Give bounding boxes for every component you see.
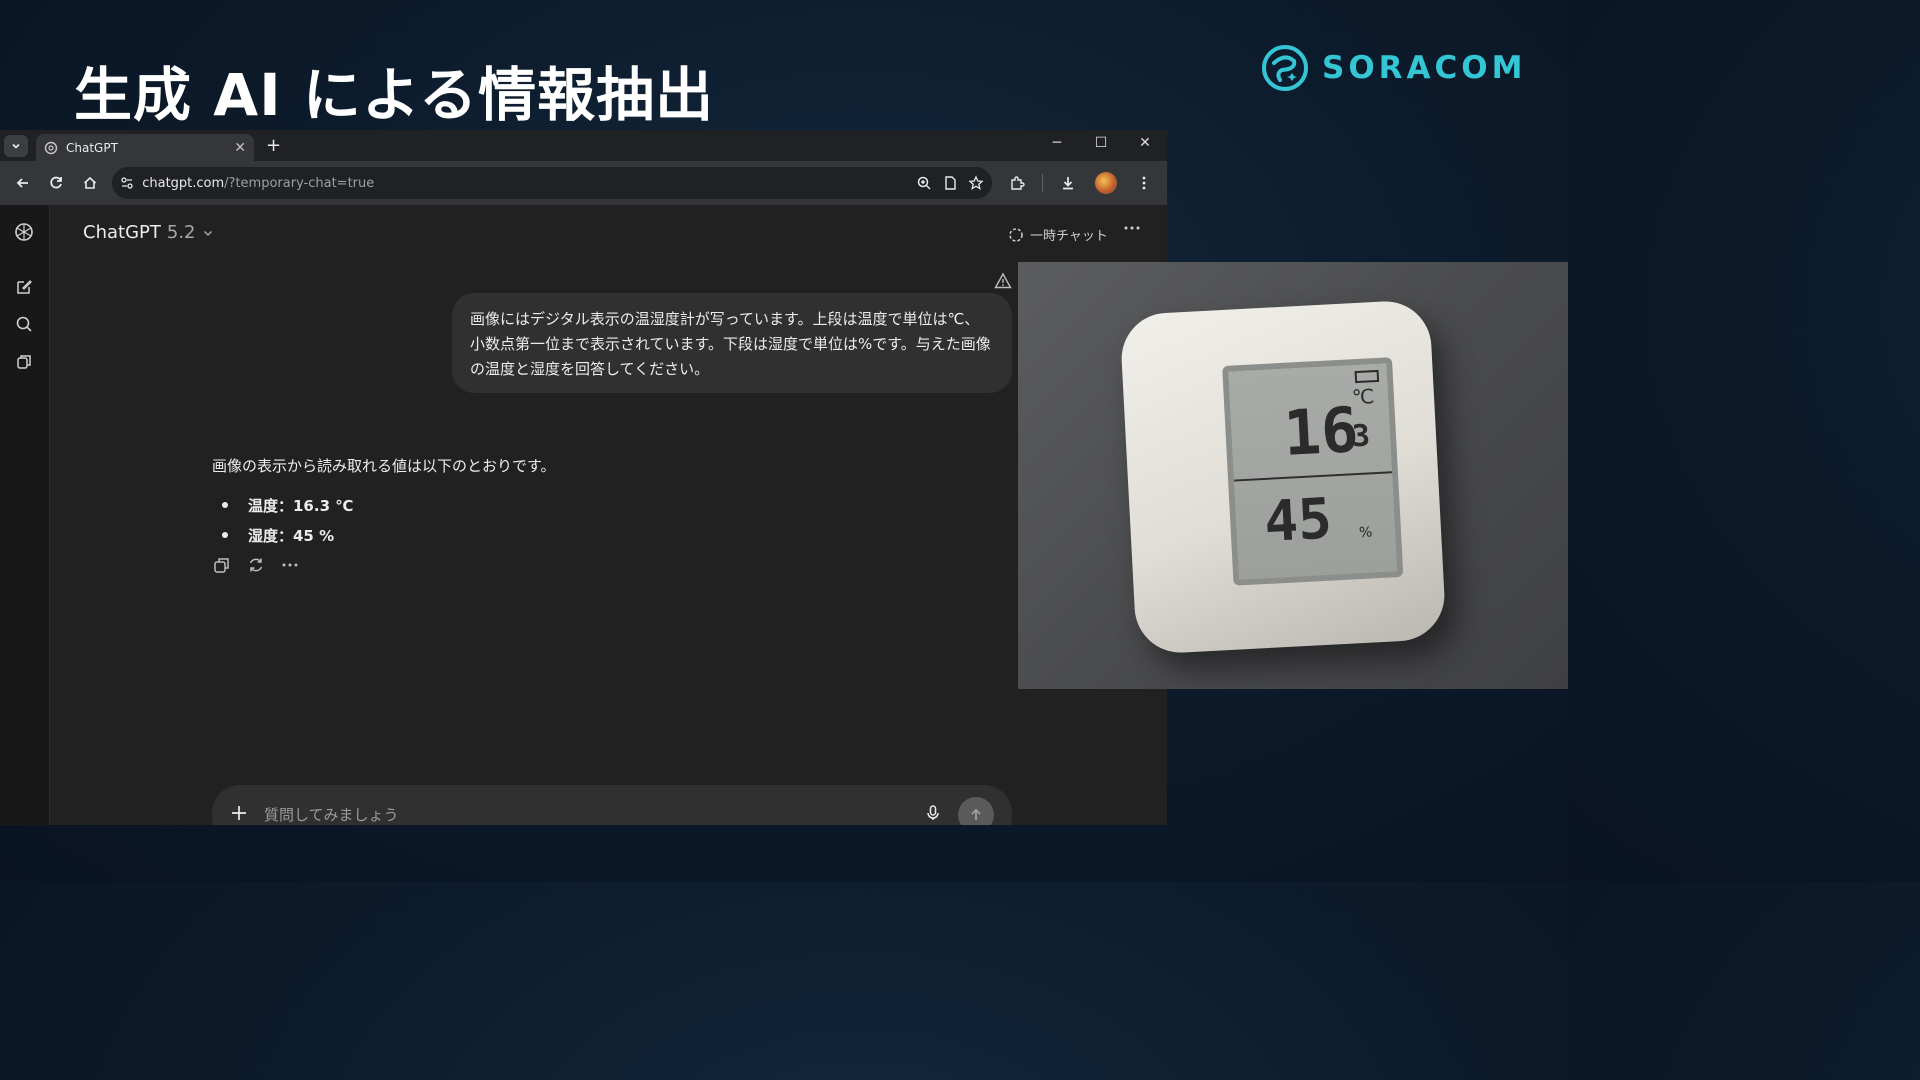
assistant-list: 温度：16.3 ℃ 湿度：45 % bbox=[212, 490, 912, 550]
message-actions bbox=[212, 555, 300, 575]
assistant-message: 画像の表示から読み取れる値は以下のとおりです。 温度：16.3 ℃ 湿度：45 … bbox=[212, 455, 912, 550]
list-item: 湿度：45 % bbox=[212, 520, 912, 550]
send-button[interactable] bbox=[958, 797, 994, 825]
reload-button[interactable] bbox=[39, 166, 72, 200]
dashed-circle-icon bbox=[1009, 227, 1023, 242]
model-version: 5.2 bbox=[166, 222, 196, 243]
battery-icon bbox=[1354, 369, 1380, 384]
user-message: 画像にはデジタル表示の温湿度計が写っています。上段は温度で単位は℃、小数点第一位… bbox=[452, 293, 1012, 393]
close-window-button[interactable]: ✕ bbox=[1123, 130, 1167, 155]
site-settings-icon[interactable] bbox=[120, 176, 134, 190]
browser-window: ChatGPT ✕ + ─ ☐ ✕ chatgpt.com/?temporary… bbox=[0, 130, 1167, 825]
tab-strip: ChatGPT ✕ + ─ ☐ ✕ bbox=[0, 130, 1167, 161]
arrow-up-icon bbox=[971, 808, 981, 820]
arrow-left-icon bbox=[16, 178, 28, 188]
chevron-down-icon bbox=[203, 230, 212, 236]
copy-icon bbox=[214, 558, 229, 573]
new-chat-button[interactable] bbox=[12, 275, 36, 299]
attach-button[interactable] bbox=[230, 804, 248, 825]
prompt-input[interactable] bbox=[264, 806, 908, 824]
openai-logo-icon bbox=[15, 223, 33, 241]
openai-icon bbox=[44, 141, 58, 154]
back-button[interactable] bbox=[6, 166, 39, 200]
soracom-logo-icon bbox=[1262, 45, 1308, 91]
url-host: chatgpt.com bbox=[142, 175, 225, 191]
model-selector[interactable]: ChatGPT 5.2 bbox=[83, 222, 214, 243]
soracom-logo: SORACOM bbox=[1260, 43, 1527, 93]
toolbar-separator bbox=[1041, 174, 1043, 192]
bullet bbox=[222, 502, 228, 508]
tab-title: ChatGPT bbox=[66, 140, 118, 155]
thermometer-photo: 16 ℃ 3 45 % bbox=[1018, 262, 1568, 689]
maximize-button[interactable]: ☐ bbox=[1079, 130, 1123, 155]
openai-logo-button[interactable] bbox=[12, 220, 36, 244]
avatar bbox=[1094, 172, 1117, 194]
assistant-intro: 画像の表示から読み取れる値は以下のとおりです。 bbox=[212, 457, 556, 475]
lcd-temperature: 16 bbox=[1281, 393, 1361, 470]
more-options-button[interactable] bbox=[1123, 219, 1141, 242]
model-name: ChatGPT bbox=[83, 222, 161, 243]
microphone-icon bbox=[927, 805, 939, 820]
lcd-temp-unit: ℃ bbox=[1351, 384, 1375, 410]
warning-button[interactable] bbox=[994, 272, 1012, 294]
lcd-screen: 16 ℃ 3 45 % bbox=[1222, 357, 1404, 586]
lcd-divider bbox=[1234, 471, 1392, 482]
search-chats-button[interactable] bbox=[12, 312, 36, 336]
logo-text: SORACOM bbox=[1322, 50, 1527, 86]
list-item: 温度：16.3 ℃ bbox=[212, 490, 912, 520]
chevron-down-icon bbox=[12, 143, 20, 149]
slide-title: 生成 AI による情報抽出 bbox=[74, 61, 715, 129]
downloads-button[interactable] bbox=[1051, 166, 1085, 200]
bullet bbox=[222, 532, 228, 538]
sidebar-rail bbox=[0, 205, 50, 825]
home-button[interactable] bbox=[73, 166, 106, 200]
zoom-icon[interactable] bbox=[916, 175, 932, 191]
vertical-dots-icon bbox=[1142, 176, 1146, 190]
download-icon bbox=[1062, 177, 1073, 190]
voice-input-button[interactable] bbox=[924, 804, 942, 825]
extensions-button[interactable] bbox=[1000, 166, 1034, 200]
more-horizontal-icon bbox=[282, 563, 298, 567]
lcd-humidity: 45 bbox=[1262, 486, 1334, 555]
profile-button[interactable] bbox=[1089, 166, 1123, 200]
warning-icon bbox=[994, 272, 1012, 289]
browser-toolbar: chatgpt.com/?temporary-chat=true bbox=[0, 161, 1167, 205]
browser-menu-button[interactable] bbox=[1127, 166, 1161, 200]
plus-icon bbox=[232, 806, 246, 820]
url-text[interactable]: chatgpt.com/?temporary-chat=true bbox=[142, 176, 374, 191]
regenerate-icon bbox=[249, 558, 263, 572]
search-icon bbox=[16, 316, 32, 332]
home-icon bbox=[83, 176, 96, 189]
regenerate-button[interactable] bbox=[246, 555, 266, 575]
list-item-text: 湿度：45 % bbox=[248, 526, 335, 545]
library-icon bbox=[17, 355, 31, 369]
window-controls: ─ ☐ ✕ bbox=[1035, 130, 1167, 161]
library-button[interactable] bbox=[12, 350, 36, 374]
lcd-temp-decimal: 3 bbox=[1351, 418, 1371, 455]
tab-search-button[interactable] bbox=[4, 134, 28, 157]
hygrometer-device: 16 ℃ 3 45 % bbox=[1119, 299, 1447, 655]
temporary-chat-toggle[interactable]: 一時チャット bbox=[1008, 225, 1108, 244]
page-icon[interactable] bbox=[942, 175, 958, 191]
lcd-humidity-unit: % bbox=[1358, 524, 1373, 542]
message-more-button[interactable] bbox=[280, 555, 300, 575]
temp-chat-label: 一時チャット bbox=[1030, 229, 1108, 244]
tab-close-icon[interactable]: ✕ bbox=[234, 140, 246, 156]
more-horizontal-icon bbox=[1124, 226, 1140, 230]
bookmark-star-icon[interactable] bbox=[968, 175, 984, 191]
copy-button[interactable] bbox=[212, 555, 232, 575]
new-tab-button[interactable]: + bbox=[266, 135, 281, 156]
address-bar[interactable]: chatgpt.com/?temporary-chat=true bbox=[112, 167, 992, 199]
chatgpt-app: ChatGPT 5.2 一時チャット 画像にはデジタル表示の温湿度計が写っていま… bbox=[0, 205, 1167, 825]
tab-chatgpt[interactable]: ChatGPT ✕ bbox=[36, 134, 254, 161]
composer bbox=[212, 785, 1012, 825]
edit-icon bbox=[17, 280, 32, 294]
list-item-text: 温度：16.3 ℃ bbox=[248, 496, 354, 515]
reload-icon bbox=[50, 176, 63, 189]
puzzle-icon bbox=[1011, 176, 1025, 190]
minimize-button[interactable]: ─ bbox=[1035, 130, 1079, 155]
url-path: /?temporary-chat=true bbox=[224, 175, 375, 191]
